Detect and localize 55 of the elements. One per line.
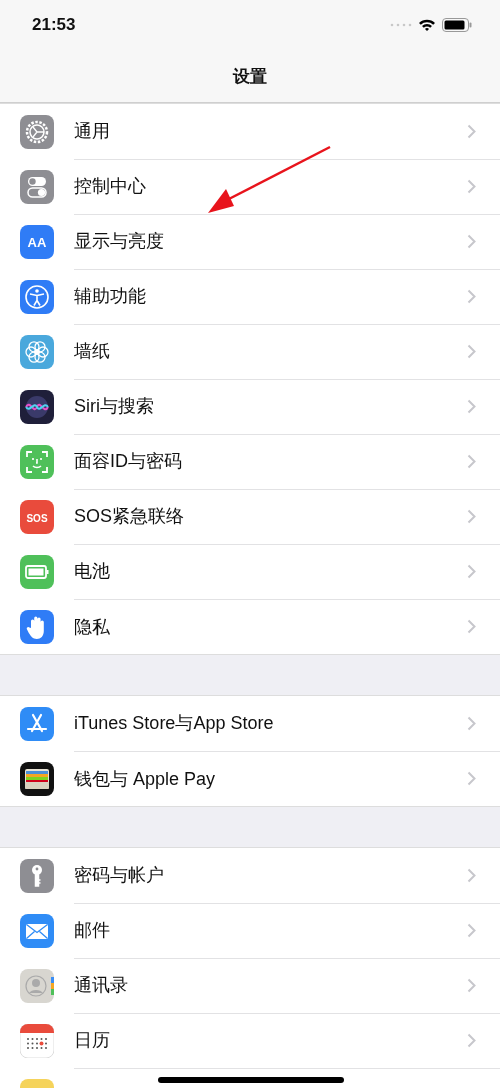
chevron-icon <box>467 619 476 634</box>
settings-row[interactable]: 通用 <box>0 104 500 159</box>
row-label: 邮件 <box>74 919 110 942</box>
settings-row[interactable]: 邮件 <box>0 903 500 958</box>
calendar-icon <box>20 1023 54 1058</box>
row-label: Siri与搜索 <box>74 395 154 418</box>
settings-row[interactable]: 通讯录 <box>0 958 500 1013</box>
glyph-icon: SOS <box>20 499 54 534</box>
chevron-icon <box>467 233 476 249</box>
status-time: 21:53 <box>32 15 76 35</box>
wifi-icon <box>418 18 436 32</box>
row-label: 日历 <box>74 1029 110 1052</box>
row-label: 显示与亮度 <box>74 230 164 253</box>
settings-row[interactable]: 密码与帐户 <box>0 848 500 903</box>
chevron-icon <box>467 867 476 883</box>
row-label: 隐私 <box>74 615 110 639</box>
settings-row[interactable]: 钱包与 Apple Pay <box>0 751 500 806</box>
row-label: 墙纸 <box>74 340 110 363</box>
chevron-icon <box>467 178 476 194</box>
settings-row[interactable]: 日历 <box>0 1013 500 1068</box>
chevron-icon <box>467 508 476 524</box>
chevron-icon <box>467 771 476 786</box>
row-label: 辅助功能 <box>74 285 146 308</box>
row-label: 控制中心 <box>74 175 146 198</box>
settings-row[interactable]: 面容ID与密码 <box>0 434 500 489</box>
chevron-icon <box>467 563 476 579</box>
settings-row[interactable]: 隐私 <box>0 599 500 654</box>
glyph-icon: AA <box>20 224 54 259</box>
settings-row[interactable]: Siri与搜索 <box>0 379 500 434</box>
settings-row[interactable]: 辅助功能 <box>0 269 500 324</box>
settings-row[interactable]: iTunes Store与App Store <box>0 696 500 751</box>
row-label: 面容ID与密码 <box>74 450 182 473</box>
chevron-icon <box>467 453 476 469</box>
chevron-icon <box>467 398 476 414</box>
page-title: 设置 <box>233 64 267 88</box>
settings-row[interactable]: 电池 <box>0 544 500 599</box>
chevron-icon <box>467 715 476 731</box>
chevron-icon <box>467 123 476 139</box>
row-label: 电池 <box>74 560 110 583</box>
chevron-icon <box>467 1032 476 1048</box>
row-label: iTunes Store与App Store <box>74 712 274 735</box>
settings-row[interactable]: AA 显示与亮度 <box>0 214 500 269</box>
row-label: 密码与帐户 <box>74 864 164 887</box>
row-label: 通讯录 <box>74 974 128 997</box>
chevron-icon <box>467 343 476 359</box>
chevron-icon <box>467 977 476 993</box>
row-label: 钱包与 Apple Pay <box>74 767 216 791</box>
chevron-icon <box>467 288 476 304</box>
row-label: 通用 <box>74 120 110 143</box>
signal-icon <box>390 23 412 27</box>
chevron-icon <box>467 922 476 938</box>
row-label: SOS紧急联络 <box>74 505 184 528</box>
battery-icon <box>442 18 472 32</box>
settings-row[interactable]: 墙纸 <box>0 324 500 379</box>
settings-row[interactable]: SOS SOS紧急联络 <box>0 489 500 544</box>
